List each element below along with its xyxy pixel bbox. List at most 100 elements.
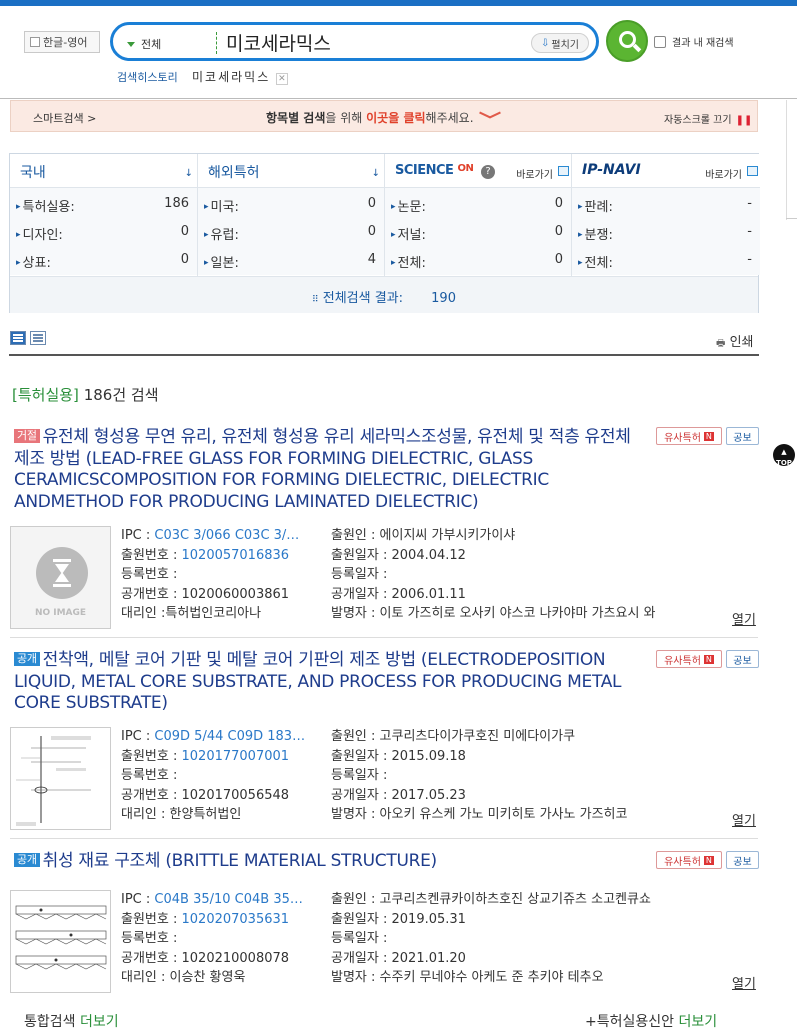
summary-row[interactable]: 전체: 0 — [385, 244, 571, 272]
result-title[interactable]: 공개 전착액, 메탈 코어 기판 및 메탈 코어 기판의 제조 방법 (ELECT… — [14, 650, 644, 715]
search-history-item[interactable]: 미코세라믹스 ✕ — [192, 68, 288, 85]
print-button[interactable]: 🖶 인쇄 — [716, 331, 754, 353]
result-thumbnail[interactable] — [10, 727, 111, 830]
search-icon-handle — [632, 43, 642, 53]
similar-patent-button[interactable]: 유사특허 N — [656, 851, 722, 869]
summary-total[interactable]: ⠿ 전체검색 결과: 190 — [10, 276, 758, 313]
search-divider — [216, 32, 217, 54]
autoscroll-toggle[interactable]: 자동스크롤 끄기 ❚❚ — [664, 111, 752, 126]
summary-row[interactable]: 미국: 0 — [198, 188, 384, 216]
summary-row[interactable]: 논문: 0 — [385, 188, 571, 216]
results-count: 186 — [83, 386, 113, 404]
result-title[interactable]: 공개 취성 재료 구조체 (BRITTLE MATERIAL STRUCTURE) — [14, 851, 644, 873]
help-icon[interactable]: ? — [481, 165, 495, 179]
inventor-field: 발명자 : 이토 가즈히로 오사키 야스코 나카야마 가츠요시 와 — [331, 604, 656, 624]
result-thumbnail[interactable]: NO IMAGE — [10, 526, 111, 629]
result-title-text[interactable]: 취성 재료 구조체 (BRITTLE MATERIAL STRUCTURE) — [43, 851, 438, 871]
field-label: 발명자 : — [331, 970, 376, 985]
summary-row[interactable]: 전체: - — [572, 244, 760, 272]
arrow-down-icon: ↓ — [184, 168, 193, 179]
field-label: 출원일자 : — [331, 911, 388, 927]
field-label: IPC : — [121, 892, 151, 907]
summary-row[interactable]: 디자인: 0 — [10, 216, 197, 244]
gazette-button[interactable]: 공보 — [726, 427, 759, 445]
appno-link[interactable]: 1020177007001 — [182, 749, 290, 764]
science-on-logo[interactable]: SCIENCE ON — [395, 163, 474, 178]
ipc-field: IPC : C03C 3/066 C03C 3/… — [121, 526, 299, 546]
summary-row[interactable]: 특허실용: 186 — [10, 188, 197, 216]
history-item-text[interactable]: 미코세라믹스 — [192, 70, 270, 84]
external-link-icon[interactable] — [558, 166, 569, 176]
smart-search-bar[interactable]: 스마트검색 > 항목별 검색을 위해 이곳을 클릭해주세요. 자동스크롤 끄기 ❚… — [10, 100, 758, 132]
result-title-text[interactable]: 유전체 형성용 무연 유리, 유전체 형성용 유리 세라믹스조성물, 유전체 및… — [14, 427, 631, 512]
summary-row-value: - — [747, 196, 752, 211]
summary-row-value: 0 — [554, 252, 563, 267]
similar-patent-button[interactable]: 유사특허 N — [656, 427, 722, 445]
integrated-search-more: 통합검색 더보기 — [24, 1011, 119, 1031]
result-title-text[interactable]: 전착액, 메탈 코어 기판 및 메탈 코어 기판의 제조 방법 (ELECTRO… — [14, 650, 622, 713]
applicant-field: 출원인 : 에이지씨 가부시키가이샤 — [331, 526, 515, 546]
smart-search-message[interactable]: 항목별 검색을 위해 이곳을 클릭해주세요. — [266, 109, 501, 126]
summary-row-label: 전체: — [391, 252, 426, 271]
summary-row-label: 디자인: — [16, 224, 63, 243]
search-scope-dropdown[interactable]: 전체 — [127, 36, 161, 52]
inventor-value: 수주키 무네야수 아케도 준 추키야 테추오 — [379, 970, 604, 985]
open-button[interactable]: 열기 — [732, 973, 756, 992]
similar-patent-button[interactable]: 유사특허 N — [656, 650, 722, 668]
appno-link[interactable]: 1020057016836 — [182, 548, 290, 563]
summary-domestic-title[interactable]: 국내 — [20, 162, 46, 182]
results-divider — [9, 354, 759, 356]
close-icon[interactable]: ✕ — [276, 73, 288, 85]
smart-search-toggle[interactable]: 스마트검색 > — [33, 110, 96, 126]
ipnavi-goto-link[interactable]: 바로가기 — [705, 166, 742, 181]
result-title[interactable]: 거절 유전체 형성용 무연 유리, 유전체 형성용 유리 세라믹스조성물, 유전체… — [14, 427, 644, 513]
ipc-link[interactable]: C03C 3/066 C03C 3/… — [154, 528, 299, 543]
summary-row[interactable]: 일본: 4 — [198, 244, 384, 272]
open-button[interactable]: 열기 — [732, 609, 756, 628]
ipc-link[interactable]: C04B 35/10 C04B 35… — [154, 892, 302, 907]
field-label: 등록번호 : — [121, 567, 178, 582]
gazette-button[interactable]: 공보 — [726, 851, 759, 869]
appdate-value: 2019.05.31 — [391, 911, 466, 927]
search-button[interactable] — [606, 20, 648, 62]
pubno-field: 공개번호 : 1020170056548 — [121, 786, 289, 806]
summary-foreign-header[interactable]: 해외특허 ↓ — [198, 154, 384, 188]
regdate-field: 등록일자 : — [331, 766, 387, 786]
more-link[interactable]: 더보기 — [80, 1014, 119, 1030]
summary-row[interactable]: 판례: - — [572, 188, 760, 216]
research-checkbox[interactable]: 결과 내 재검색 — [654, 34, 734, 49]
pubno-field: 공개번호 : 1020210008078 — [121, 949, 289, 969]
summary-science: SCIENCE ON ? 바로가기 논문: 0 저널: 0 전체: 0 — [385, 154, 572, 276]
more-link-2[interactable]: 더보기 — [678, 1014, 717, 1030]
summary-row[interactable]: 저널: 0 — [385, 216, 571, 244]
expand-button[interactable]: ⇩ 펼치기 — [531, 33, 589, 53]
open-button[interactable]: 열기 — [732, 810, 756, 829]
summary-row[interactable]: 상표: 0 — [10, 244, 197, 272]
pubdate-value: 2021.01.20 — [391, 950, 466, 966]
summary-row[interactable]: 분쟁: - — [572, 216, 760, 244]
science-goto-link[interactable]: 바로가기 — [516, 166, 553, 181]
ipnavi-logo[interactable]: IP-NAVI — [582, 162, 641, 178]
external-link-icon[interactable] — [747, 166, 758, 176]
gazette-button[interactable]: 공보 — [726, 650, 759, 668]
detail-view-icon[interactable] — [10, 331, 26, 345]
pubno-value: 1020060003861 — [181, 586, 290, 602]
appno-link[interactable]: 1020207035631 — [182, 912, 290, 927]
ipc-link[interactable]: C09D 5/44 C09D 183… — [154, 729, 305, 744]
summary-row-value: 0 — [367, 224, 376, 239]
summary-foreign-title[interactable]: 해외특허 — [208, 162, 260, 182]
grid-icon: ⠿ — [312, 295, 319, 305]
integrated-label: 통합검색 — [24, 1014, 76, 1030]
scroll-top-button[interactable]: ▲ TOP — [773, 444, 795, 467]
list-view-icon[interactable] — [30, 331, 46, 345]
hourglass-icon-shape — [53, 559, 71, 587]
search-box[interactable]: 전체 미코세라믹스 ⇩ 펼치기 — [110, 22, 599, 61]
field-label: 등록번호 : — [121, 931, 178, 946]
search-input[interactable]: 미코세라믹스 — [226, 29, 331, 56]
summary-row[interactable]: 유럽: 0 — [198, 216, 384, 244]
similar-label: 유사특허 — [664, 432, 701, 444]
summary-domestic-header[interactable]: 국내 ↓ — [10, 154, 197, 188]
lang-toggle-button[interactable]: 한글-영어 — [24, 31, 100, 53]
result-thumbnail[interactable] — [10, 890, 111, 993]
similar-label: 유사특허 — [664, 856, 701, 868]
